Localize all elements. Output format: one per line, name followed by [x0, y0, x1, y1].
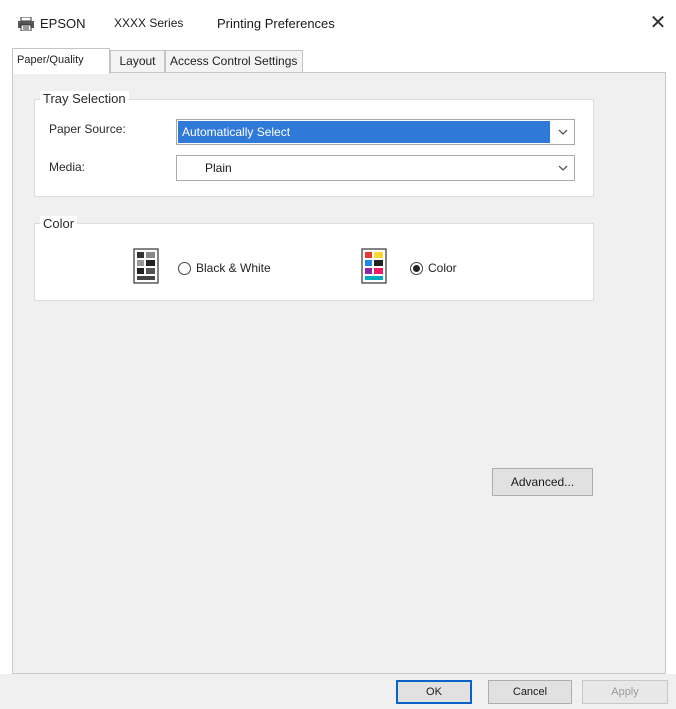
black-white-radio[interactable] [178, 262, 191, 275]
bw-document-icon [133, 248, 159, 284]
media-label: Media: [49, 160, 86, 174]
black-white-label: Black & White [196, 261, 271, 275]
media-value: Plain [205, 161, 232, 175]
cancel-button[interactable]: Cancel [488, 680, 572, 704]
chevron-down-icon [558, 129, 568, 135]
paper-source-dropdown[interactable]: Automatically Select [176, 119, 575, 145]
dialog-button-bar: OK Cancel Apply [0, 674, 676, 709]
tray-selection-group [34, 99, 594, 197]
chevron-down-icon [558, 165, 568, 171]
black-white-option[interactable]: Black & White [178, 261, 288, 277]
advanced-button[interactable]: Advanced... [492, 468, 593, 496]
tab-paper-quality[interactable]: Paper/Quality [12, 48, 110, 74]
window-series: XXXX Series [114, 16, 184, 30]
paper-source-value: Automatically Select [178, 121, 550, 143]
tab-layout[interactable]: Layout [110, 50, 165, 73]
tab-access-control-settings[interactable]: Access Control Settings [165, 50, 303, 73]
settings-panel: Tray Selection Paper Source: Automatical… [12, 72, 666, 674]
apply-button[interactable]: Apply [582, 680, 668, 704]
paper-source-label: Paper Source: [49, 122, 126, 136]
color-radio[interactable] [410, 262, 423, 275]
color-option[interactable]: Color [410, 261, 480, 277]
window-brand: EPSON [40, 16, 86, 31]
color-document-icon [361, 248, 387, 284]
color-label: Color [428, 261, 457, 275]
color-group [34, 223, 594, 301]
ok-button[interactable]: OK [396, 680, 472, 704]
tray-selection-title: Tray Selection [40, 91, 129, 106]
tab-bar: Paper/Quality Layout Access Control Sett… [12, 48, 672, 74]
title-bar: EPSON XXXX Series Printing Preferences ✕ [0, 0, 676, 44]
close-button[interactable]: ✕ [646, 11, 670, 35]
media-dropdown[interactable]: Plain [176, 155, 575, 181]
printer-icon [18, 17, 34, 31]
window-title: Printing Preferences [217, 16, 335, 31]
color-title: Color [40, 216, 78, 231]
